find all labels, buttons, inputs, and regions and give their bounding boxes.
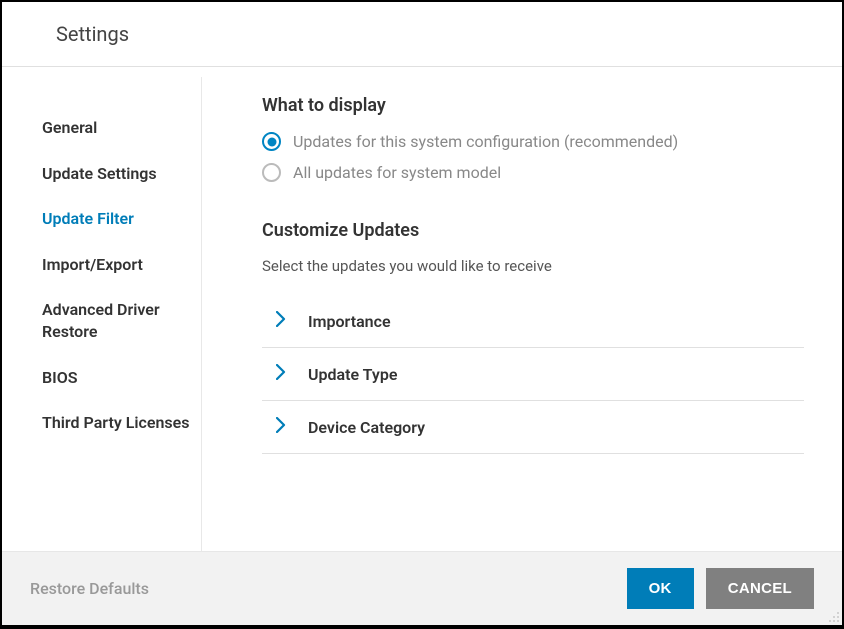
- radio-icon: [262, 163, 281, 182]
- chevron-right-icon: [276, 311, 286, 331]
- resize-grip-icon[interactable]: [828, 611, 840, 623]
- customize-updates-subtitle: Select the updates you would like to rec…: [262, 257, 804, 275]
- sidebar-item-update-settings[interactable]: Update Settings: [40, 151, 201, 197]
- accordion-importance[interactable]: Importance: [262, 295, 804, 348]
- radio-label: All updates for system model: [293, 163, 501, 182]
- radio-label: Updates for this system configuration (r…: [293, 132, 678, 151]
- radio-option-this-system[interactable]: Updates for this system configuration (r…: [262, 132, 804, 151]
- accordion-update-type[interactable]: Update Type: [262, 348, 804, 401]
- accordion-label: Update Type: [308, 365, 397, 384]
- window-body: General Update Settings Update Filter Im…: [2, 67, 842, 625]
- sidebar-item-advanced-driver-restore[interactable]: Advanced Driver Restore: [40, 287, 201, 354]
- radio-icon: [262, 132, 281, 151]
- accordion-label: Device Category: [308, 418, 425, 437]
- page-title: Settings: [56, 22, 822, 46]
- sidebar-item-third-party-licenses[interactable]: Third Party Licenses: [40, 400, 201, 446]
- sidebar-item-general[interactable]: General: [40, 105, 201, 151]
- settings-window: Settings General Update Settings Update …: [2, 2, 842, 625]
- chevron-right-icon: [276, 364, 286, 384]
- restore-defaults-link[interactable]: Restore Defaults: [30, 579, 149, 598]
- dialog-footer: Restore Defaults OK CANCEL: [2, 551, 842, 625]
- sidebar-item-import-export[interactable]: Import/Export: [40, 242, 201, 288]
- footer-button-group: OK CANCEL: [627, 568, 814, 609]
- window-header: Settings: [2, 2, 842, 67]
- chevron-right-icon: [276, 417, 286, 437]
- accordion-device-category[interactable]: Device Category: [262, 401, 804, 454]
- radio-option-all-updates[interactable]: All updates for system model: [262, 163, 804, 182]
- customize-updates-heading: Customize Updates: [262, 220, 804, 241]
- what-to-display-heading: What to display: [262, 95, 804, 116]
- cancel-button[interactable]: CANCEL: [706, 568, 814, 609]
- sidebar-item-bios[interactable]: BIOS: [40, 355, 201, 401]
- ok-button[interactable]: OK: [627, 568, 694, 609]
- customize-updates-section: Customize Updates Select the updates you…: [262, 220, 804, 454]
- accordion-label: Importance: [308, 312, 391, 331]
- main-panel: What to display Updates for this system …: [202, 67, 842, 625]
- sidebar-item-update-filter[interactable]: Update Filter: [40, 196, 201, 242]
- settings-sidebar: General Update Settings Update Filter Im…: [2, 77, 202, 595]
